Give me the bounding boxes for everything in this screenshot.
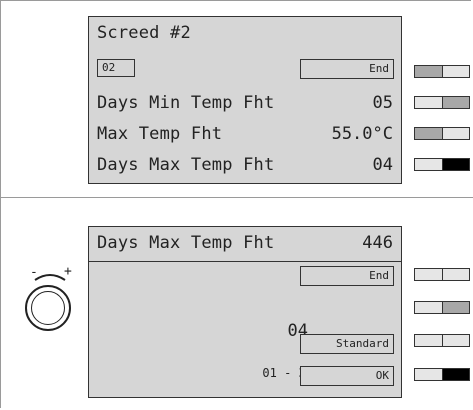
side-button-2[interactable] bbox=[414, 96, 470, 109]
side-button-7-right bbox=[441, 335, 469, 346]
side-button-3-left bbox=[415, 128, 442, 139]
knob-arc-icon bbox=[34, 274, 66, 281]
display-screen-1: Screed #2 02 End Days Min Temp Fht 05 Ma… bbox=[88, 16, 402, 184]
side-button-3-right bbox=[441, 128, 469, 139]
side-button-7-left bbox=[415, 335, 442, 346]
side-button-8-right bbox=[441, 369, 469, 380]
side-button-2-right bbox=[441, 97, 469, 108]
row-label-days-min-temp: Days Min Temp Fht bbox=[97, 93, 275, 113]
side-button-8[interactable] bbox=[414, 368, 470, 381]
header-separator bbox=[89, 261, 401, 262]
side-button-2-left bbox=[415, 97, 442, 108]
side-button-5-right bbox=[441, 269, 469, 280]
panel-divider bbox=[0, 197, 473, 198]
rotary-knob[interactable] bbox=[25, 285, 71, 331]
side-button-4[interactable] bbox=[414, 158, 470, 171]
knob-minus-label: - bbox=[30, 265, 38, 280]
side-button-4-right bbox=[441, 159, 469, 170]
row-label-max-temp: Max Temp Fht bbox=[97, 124, 223, 144]
side-button-1[interactable] bbox=[414, 65, 470, 78]
knob-plus-label: + bbox=[64, 264, 72, 279]
side-button-1-right bbox=[441, 66, 469, 77]
ok-box[interactable]: OK bbox=[300, 366, 394, 386]
end-box[interactable]: End bbox=[300, 59, 394, 79]
screen2-header-label: Days Max Temp Fht bbox=[97, 233, 275, 253]
row-label-days-max-temp: Days Max Temp Fht bbox=[97, 155, 275, 175]
rotary-knob-inner bbox=[31, 291, 65, 325]
row-value-max-temp: 55.0°C bbox=[331, 124, 393, 144]
display-screen-2: Days Max Temp Fht 446 End 04 Standard 01… bbox=[88, 226, 402, 398]
end-box-2[interactable]: End bbox=[300, 266, 394, 286]
screen2-header-value: 446 bbox=[362, 233, 393, 253]
side-button-5[interactable] bbox=[414, 268, 470, 281]
standard-box[interactable]: Standard bbox=[300, 334, 394, 354]
side-button-6[interactable] bbox=[414, 301, 470, 314]
side-button-8-left bbox=[415, 369, 442, 380]
side-button-3[interactable] bbox=[414, 127, 470, 140]
code-box: 02 bbox=[97, 59, 135, 77]
row-value-days-min-temp: 05 bbox=[372, 93, 393, 113]
side-button-4-left bbox=[415, 159, 442, 170]
side-button-1-left bbox=[415, 66, 442, 77]
side-button-5-left bbox=[415, 269, 442, 280]
screen-title: Screed #2 bbox=[97, 23, 191, 43]
row-value-days-max-temp: 04 bbox=[372, 155, 393, 175]
side-button-6-right bbox=[441, 302, 469, 313]
side-button-7[interactable] bbox=[414, 334, 470, 347]
side-button-6-left bbox=[415, 302, 442, 313]
